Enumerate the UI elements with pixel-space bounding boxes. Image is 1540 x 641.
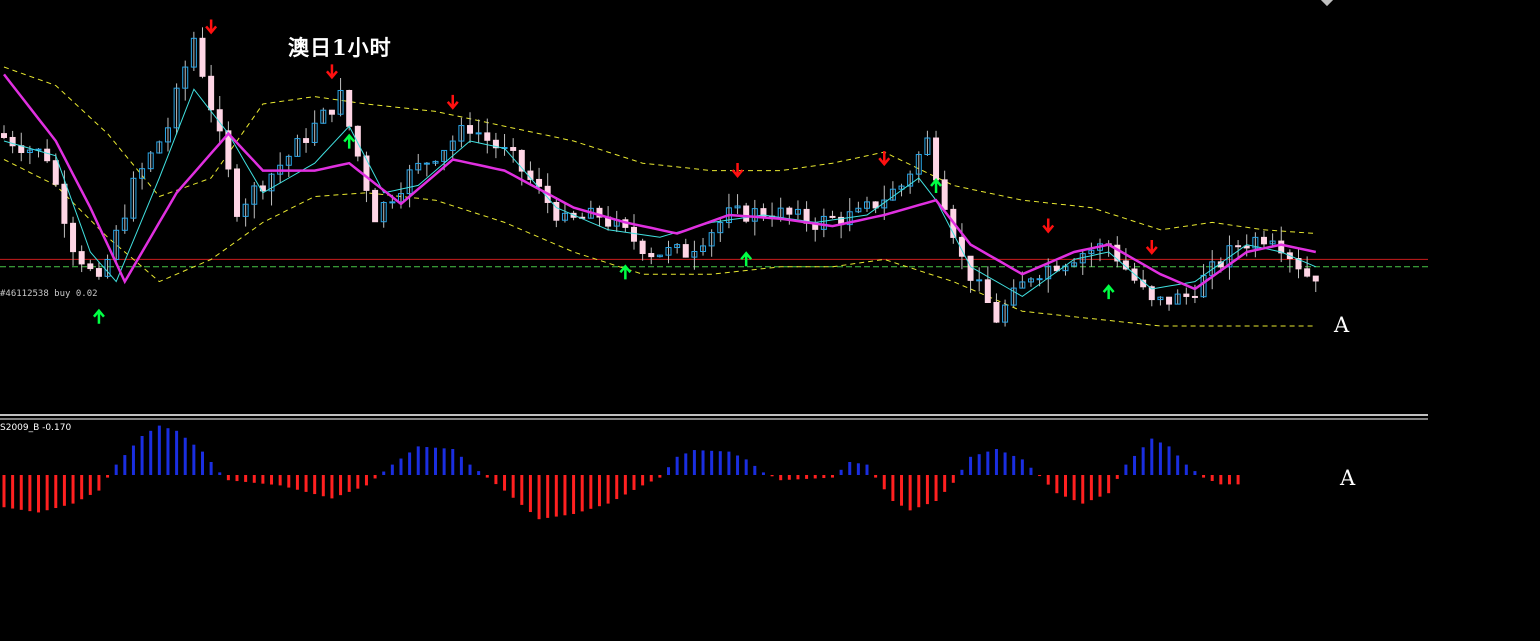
candle (234, 168, 241, 217)
price-chart (0, 19, 1428, 520)
up-arrow-icon (92, 308, 105, 324)
candle (484, 132, 491, 141)
candle (475, 132, 482, 135)
candle (372, 189, 379, 223)
candle (328, 109, 335, 115)
candle (87, 263, 94, 270)
candle (1166, 296, 1173, 305)
up-arrow-icon (619, 264, 632, 280)
candle (303, 138, 310, 143)
candle (984, 279, 991, 304)
down-arrow-icon (731, 163, 744, 178)
candle (1, 133, 7, 138)
candle (639, 240, 646, 255)
candle (1235, 245, 1242, 248)
candle (208, 75, 215, 111)
up-arrow-icon (343, 133, 356, 149)
down-arrow-icon (325, 64, 338, 80)
candle (1036, 278, 1043, 281)
candle (52, 160, 59, 185)
candle (829, 215, 836, 218)
candle (976, 279, 983, 282)
candle (1191, 295, 1198, 298)
candle (467, 125, 474, 134)
candle (95, 268, 102, 277)
band-lower-line (3, 159, 1316, 327)
order-label: #46112538 buy 0.02 (0, 289, 98, 299)
candle (648, 253, 655, 258)
candle (199, 37, 206, 77)
down-arrow-icon (1145, 239, 1158, 255)
candle (423, 162, 430, 165)
candle (363, 155, 370, 191)
up-arrow-icon (930, 178, 943, 193)
down-arrow-icon (1042, 218, 1055, 234)
candle (70, 222, 77, 253)
candle (61, 183, 68, 224)
chart-window: 澳日1小时 #46112538 buy 0.02 S2009_B -0.170 … (0, 0, 1540, 641)
candle (389, 201, 396, 204)
candle (743, 205, 750, 222)
candle (630, 226, 637, 242)
up-arrow-icon (1102, 284, 1115, 300)
indicator-marker: A (1340, 466, 1356, 490)
candle (993, 302, 1000, 323)
ma-fast-line (3, 88, 1316, 297)
price-marker: A (1334, 313, 1350, 337)
candle (346, 89, 353, 127)
band-upper-line (3, 66, 1316, 234)
candle (1312, 275, 1319, 282)
candle (1260, 236, 1267, 245)
down-arrow-icon (446, 94, 459, 110)
candle (1278, 240, 1285, 254)
candle (354, 125, 361, 157)
candle (1183, 293, 1190, 297)
down-arrow-icon (205, 19, 218, 35)
down-arrow-icon (878, 151, 891, 167)
candle (44, 148, 51, 162)
candle (78, 251, 85, 265)
candle (682, 244, 689, 258)
indicator-label: S2009_B -0.170 (0, 423, 72, 433)
candle (941, 179, 948, 210)
candle (933, 137, 940, 181)
candle (1304, 268, 1311, 277)
chart-title: 澳日1小时 (288, 35, 392, 60)
candle (786, 207, 793, 215)
candle (510, 147, 517, 151)
